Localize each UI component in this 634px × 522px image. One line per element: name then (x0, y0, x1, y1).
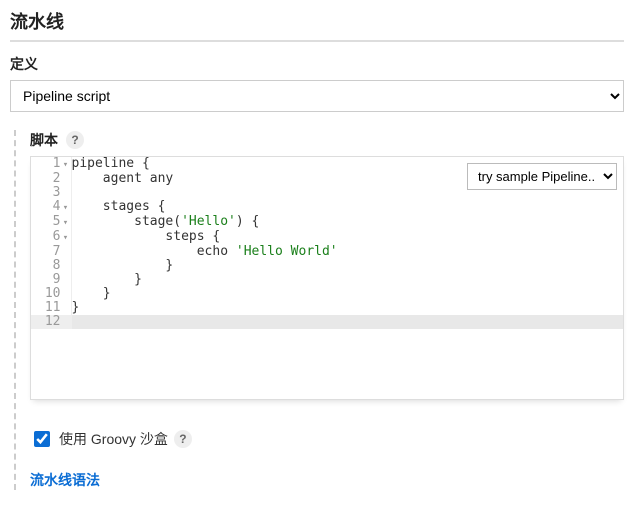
help-icon[interactable]: ? (174, 430, 192, 448)
code-line[interactable]: stages { (71, 200, 623, 215)
editor-line[interactable]: 9 } (31, 273, 623, 287)
definition-label: 定义 (10, 54, 624, 74)
editor-line[interactable]: 12 (31, 315, 623, 329)
groovy-sandbox-label[interactable]: 使用 Groovy 沙盒 (59, 429, 168, 449)
gutter: 3 (31, 186, 71, 200)
editor-line[interactable]: 6▾ steps { (31, 230, 623, 245)
script-editor[interactable]: try sample Pipeline... 1▾pipeline {2 age… (30, 156, 624, 400)
gutter: 7 (31, 245, 71, 259)
groovy-sandbox-checkbox[interactable] (34, 431, 50, 447)
definition-select[interactable]: Pipeline script (10, 80, 624, 112)
gutter: 12 (31, 315, 71, 329)
code-line[interactable]: stage('Hello') { (71, 215, 623, 230)
editor-line[interactable]: 5▾ stage('Hello') { (31, 215, 623, 230)
code-line[interactable]: } (71, 273, 623, 287)
gutter: 2 (31, 172, 71, 186)
gutter: 10 (31, 287, 71, 301)
gutter: 6▾ (31, 230, 71, 245)
page-title: 流水线 (10, 8, 624, 42)
code-line[interactable]: } (71, 301, 623, 315)
gutter: 4▾ (31, 200, 71, 215)
gutter: 1▾ (31, 157, 71, 172)
help-icon[interactable]: ? (66, 131, 84, 149)
editor-line[interactable]: 8 } (31, 259, 623, 273)
editor-line[interactable]: 7 echo 'Hello World' (31, 245, 623, 259)
gutter: 5▾ (31, 215, 71, 230)
code-line[interactable]: } (71, 287, 623, 301)
pipeline-syntax-link[interactable]: 流水线语法 (30, 470, 100, 490)
editor-line[interactable]: 11} (31, 301, 623, 315)
code-line[interactable] (71, 315, 623, 329)
editor-line[interactable]: 10 } (31, 287, 623, 301)
sample-pipeline-select[interactable]: try sample Pipeline... (467, 163, 617, 190)
editor-line[interactable]: 4▾ stages { (31, 200, 623, 215)
script-label: 脚本 (30, 130, 58, 150)
gutter: 8 (31, 259, 71, 273)
pipeline-config-block: 脚本 ? try sample Pipeline... 1▾pipeline {… (14, 130, 624, 490)
gutter: 9 (31, 273, 71, 287)
code-line[interactable]: } (71, 259, 623, 273)
gutter: 11 (31, 301, 71, 315)
code-line[interactable]: steps { (71, 230, 623, 245)
code-line[interactable]: echo 'Hello World' (71, 245, 623, 259)
